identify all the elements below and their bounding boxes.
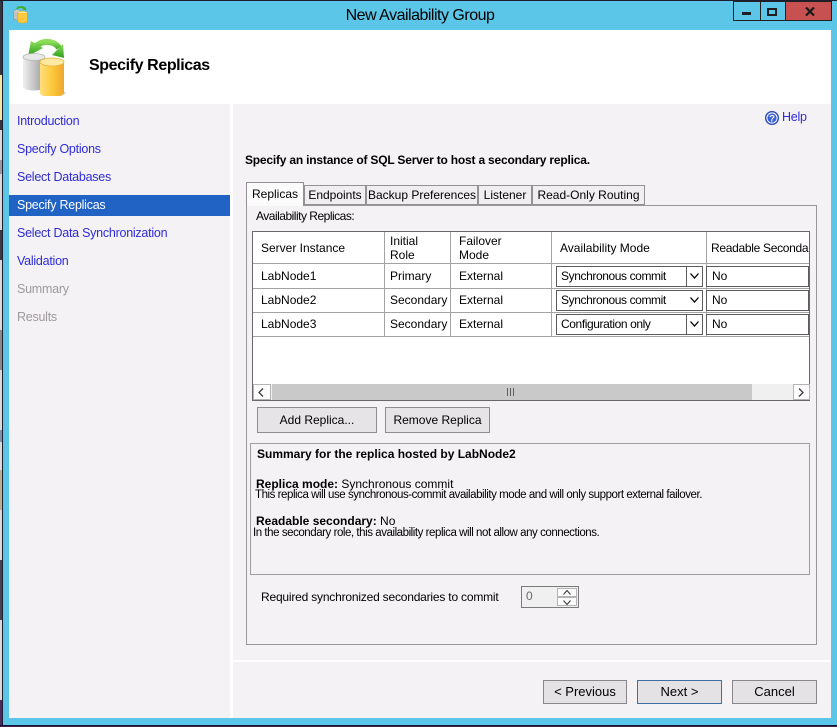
svg-text:?: ? <box>769 114 775 125</box>
